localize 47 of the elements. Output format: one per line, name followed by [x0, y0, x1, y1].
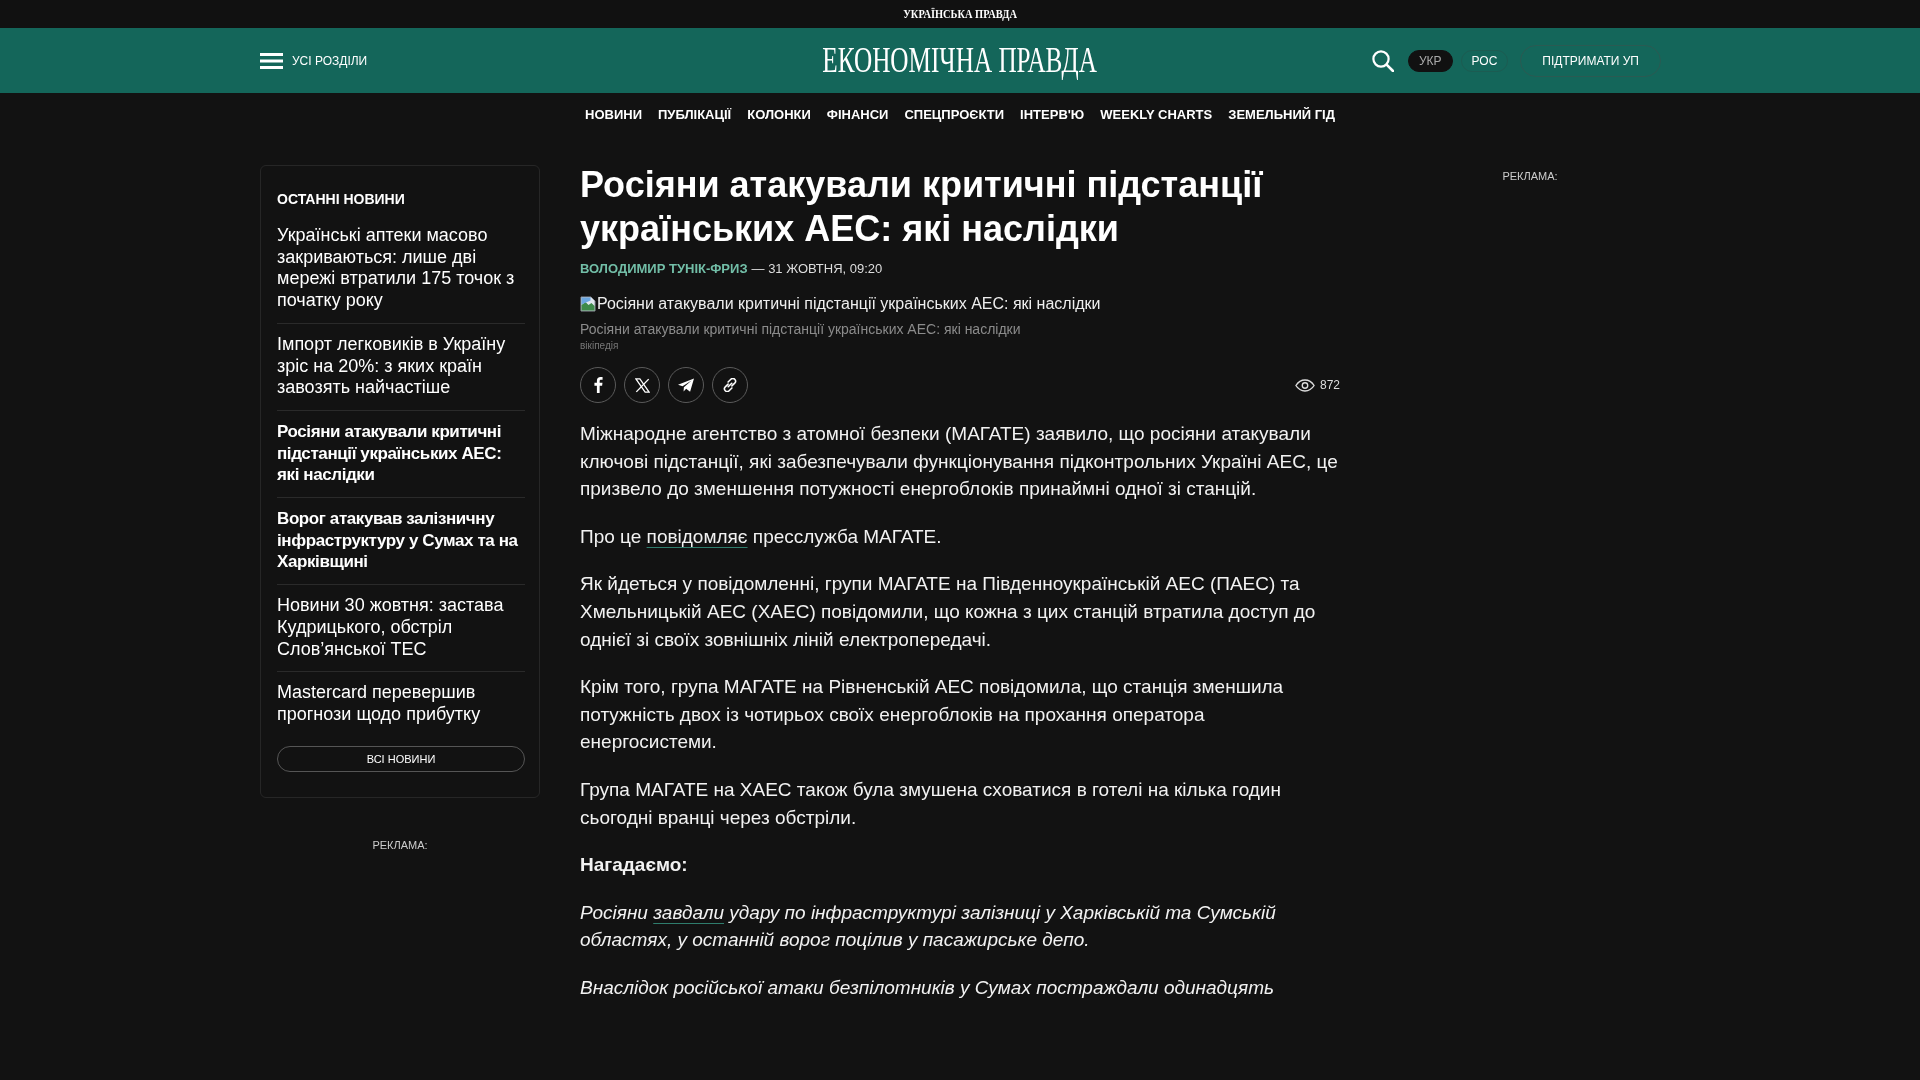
article-paragraph: Міжнародне агентство з атомної безпеки (МАГАТЕ) заявило, що росіяни атакували ключові підстанції, які забезпечували функціонування підконтрольних Україні АЕС, це призвело до зменшення потужності енергоблоків принаймні одної зі станцій. [580, 422, 1339, 502]
image-credit: вікіпедія [580, 340, 620, 352]
news-link[interactable]: Mastercard перевершив прогнози щодо прибутку [277, 682, 525, 726]
news-link[interactable]: Новини 30 жовтня: застава Кудрицького, обстріл Слов’янської ТЕС [277, 595, 525, 661]
language-toggle[interactable]: РОС [1460, 49, 1509, 72]
eye-icon [1294, 378, 1315, 392]
article-paragraph: Про це повідомляє пресслужба МАГАТЕ. [580, 524, 943, 549]
quoted-paragraph: Внаслідок російської атаки безпілотників у Сумах постраждали одинадцять [580, 975, 1275, 1000]
ad-label: РЕКЛАМА: [1501, 169, 1559, 182]
site-logo[interactable]: ЕКОНОМІЧНА ПРАВДА [822, 40, 1098, 81]
news-link[interactable]: Ворог атакував залізничну інфраструктуру у Сумах та на Харківщині [277, 508, 525, 574]
sections-menu-button[interactable]: УСІ РОЗДІЛИ [292, 53, 368, 68]
site-name-link[interactable]: УКРАЇНСЬКА ПРАВДА [903, 6, 1017, 22]
article-title: Росіяни атакували критичні підстанції українських АЕС: які наслідки [580, 163, 1264, 251]
paper-plane-icon [678, 378, 694, 392]
news-link[interactable]: Росіяни атакували критичні підстанції українських АЕС: які наслідки [277, 420, 525, 487]
quoted-paragraph: Росіяни завдали удару по інфраструктурі залізниці у Харківській та Сумській областях, у останній ворог поцілив у пасажирське депо. [580, 900, 1277, 953]
link-icon [723, 378, 737, 392]
language-toggle[interactable]: УКР [1407, 49, 1453, 72]
article-subheading: Нагадаємо: [580, 853, 689, 878]
author-link[interactable]: ВОЛОДИМИР ТУНІК-ФРИЗ [580, 260, 748, 278]
nav-link[interactable]: ПУБЛІКАЦІЇ [658, 106, 732, 122]
facebook-icon [593, 377, 603, 393]
latest-news-title: ОСТАННІ НОВИНИ [277, 190, 406, 208]
nav-link[interactable]: СПЕЦПРОЄКТИ [904, 106, 1005, 122]
article-paragraph: Група МАГАТЕ на ХАЕС також була змушена сховатися в готелі на кілька годин сьогодні вранці через обстріли. [580, 777, 1282, 830]
broken-image-icon [580, 296, 596, 312]
ad-label: РЕКЛАМА: [371, 838, 429, 851]
nav-link[interactable]: ІНТЕРВ'Ю [1020, 106, 1085, 122]
nav-link[interactable]: ЗЕМЕЛЬНИЙ ГІД [1228, 106, 1335, 122]
article-link[interactable]: завдали [653, 901, 725, 923]
article-link[interactable]: повідомляє [646, 525, 748, 547]
image-alt-text: Росіяни атакували критичні підстанції українських АЕС: які наслідки [597, 294, 1101, 314]
article-paragraph: Крім того, група МАГАТЕ на Рівненській АЕС повідомила, що станція зменшила потужність двох із чотирьох своїх енергоблоків на прохання оператора енергосистеми. [580, 675, 1285, 755]
nav-link[interactable]: WEEKLY CHARTS [1100, 106, 1213, 122]
article-paragraph: Як йдеться у повідомленні, групи МАГАТЕ на Південноукраїнській АЕС (ПАЕС) та Хмельницькій АЕС (ХАЕС) повідомили, що кожна з цих станцій втратила доступ до однієї зі своїх зовнішніх ліній електропередачі. [580, 572, 1317, 652]
nav-link[interactable]: ФІНАНСИ [826, 106, 889, 122]
nav-link[interactable]: КОЛОНКИ [747, 106, 811, 122]
publish-date: — 31 ЖОВТНЯ, 09:20 [751, 260, 883, 278]
image-caption: Росіяни атакували критичні підстанції українських АЕС: які наслідки [580, 320, 1022, 338]
nav-link[interactable]: НОВИНИ [585, 106, 642, 122]
news-link[interactable]: Імпорт легковиків в Україну зріс на 20%: з яких країн завозять найчастіше [277, 333, 525, 399]
view-count: 872 [1319, 378, 1340, 392]
menu-icon[interactable] [260, 52, 283, 69]
x-icon [634, 377, 650, 393]
search-icon[interactable] [1371, 49, 1394, 72]
news-link[interactable]: Українські аптеки масово закриваються: лише дві мережі втратили 175 точок з початку року [277, 225, 525, 312]
